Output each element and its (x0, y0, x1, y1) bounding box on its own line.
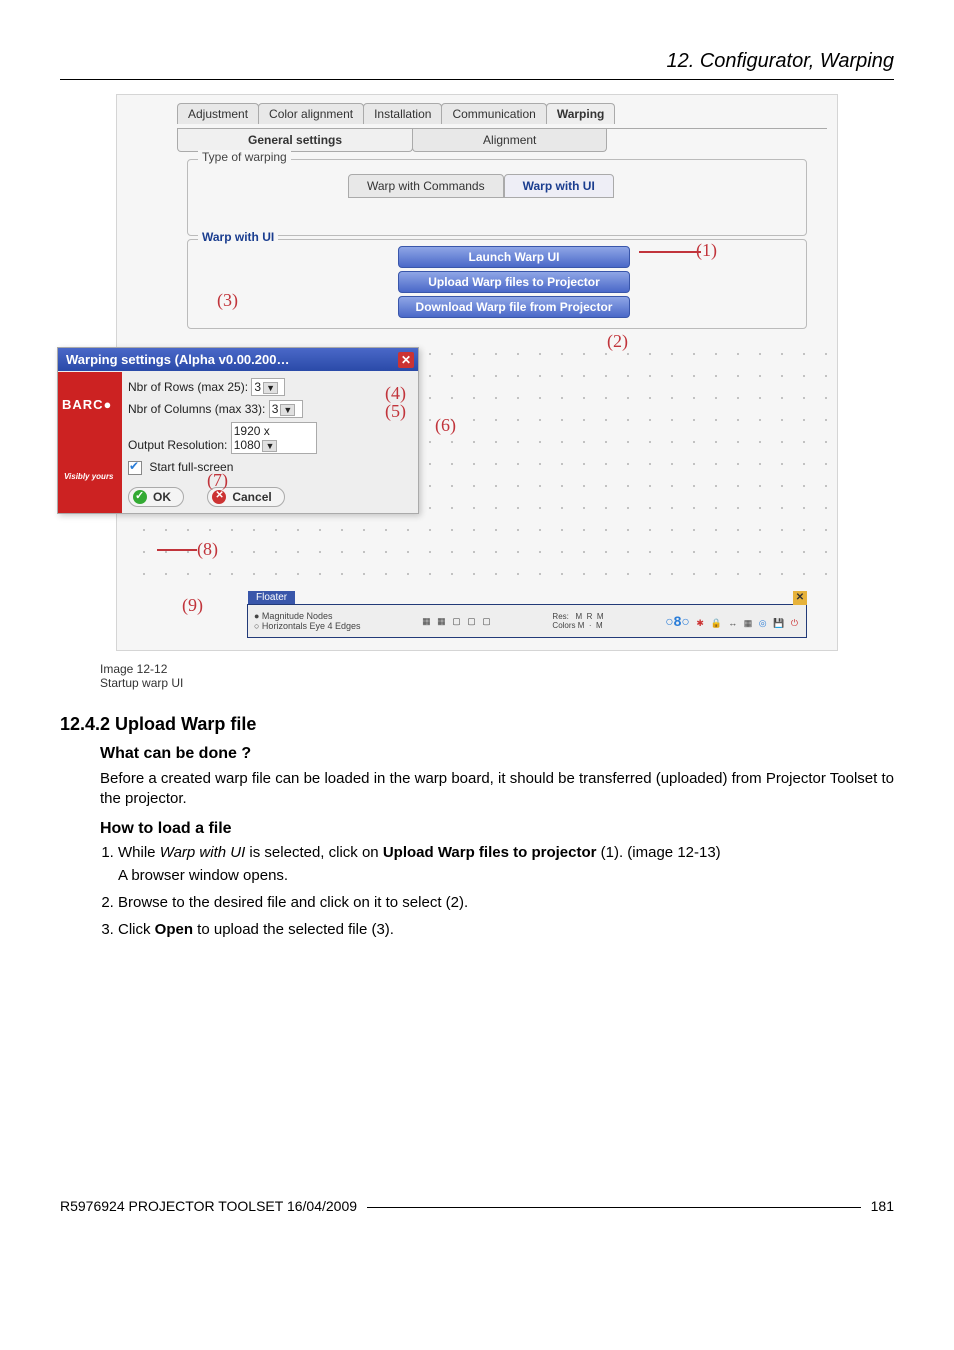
gear-icon[interactable]: ✱ (696, 618, 704, 628)
rows-label: Nbr of Rows (max 25): (128, 380, 248, 394)
footer-rule (367, 1207, 861, 1208)
figure-screenshot: Adjustment Color alignment Installation … (116, 94, 838, 651)
dialog-title: Warping settings (Alpha v0.00.200… (58, 348, 418, 371)
callout-7: (7) (207, 470, 228, 491)
callout-6: (6) (435, 415, 456, 436)
warp-with-ui-title: Warp with UI (198, 230, 278, 244)
sub-heading-how: How to load a file (100, 820, 894, 838)
toolbar-icon[interactable]: ▢ (482, 616, 491, 626)
floater-icon-group: ▦ ▦ ▢ ▢ ▢ (420, 616, 493, 627)
ok-button[interactable]: OK (128, 487, 184, 507)
toolbar-icon[interactable]: ▦ (422, 616, 431, 626)
callout-3: (3) (217, 290, 238, 311)
page-footer: R5976924 PROJECTOR TOOLSET 16/04/2009 18… (60, 1198, 894, 1214)
close-icon (212, 490, 226, 504)
tab-communication[interactable]: Communication (441, 103, 546, 124)
step-3: Click Open to upload the selected file (… (118, 921, 894, 938)
callout-8: (8) (197, 539, 218, 560)
floater-close-button[interactable]: ✕ (793, 591, 807, 605)
top-tab-row: Adjustment Color alignment Installation … (177, 103, 614, 124)
figure-caption-number: Image 12-12 (100, 662, 894, 676)
dialog-body: Nbr of Rows (max 25): 3 Nbr of Columns (… (128, 378, 412, 479)
floater-mid-text: Res: M R M Colors M · M (552, 612, 603, 630)
dialog-close-button[interactable]: ✕ (398, 352, 414, 368)
floater-label: Floater (248, 591, 295, 604)
floater-left-text: ● Magnitude Nodes ○ Horizontals Eye 4 Ed… (254, 611, 361, 631)
callout-8-line (157, 549, 197, 551)
barco-logo-text: BARC● (62, 397, 112, 412)
rows-input[interactable]: 3 (251, 378, 285, 396)
callout-9: (9) (182, 595, 203, 616)
lock-icon[interactable]: 🔒 (710, 618, 721, 628)
barco-brand-panel: BARC● Visibly yours (58, 372, 122, 513)
warp-tab-ui[interactable]: Warp with UI (504, 174, 614, 198)
upload-warp-files-button[interactable]: Upload Warp files to Projector (398, 271, 630, 293)
paragraph-what: Before a created warp file can be loaded… (100, 769, 894, 810)
target-icon[interactable]: ◎ (759, 618, 767, 628)
grid-icon[interactable]: ▦ (744, 618, 753, 628)
launch-warp-ui-button[interactable]: Launch Warp UI (398, 246, 630, 268)
type-of-warping-box: Type of warping Warp with Commands Warp … (187, 159, 807, 236)
power-icon[interactable]: ⏻ (791, 618, 798, 628)
check-icon (133, 490, 147, 504)
tab-adjustment[interactable]: Adjustment (177, 103, 259, 124)
warping-settings-dialog: Warping settings (Alpha v0.00.200… ✕ BAR… (57, 347, 419, 514)
section-heading: 12.4.2 Upload Warp file (60, 714, 894, 735)
tab-installation[interactable]: Installation (363, 103, 442, 124)
callout-1-line (639, 251, 701, 253)
subtab-general-settings[interactable]: General settings (177, 129, 413, 152)
step-1: While Warp with UI is selected, click on… (118, 844, 894, 884)
resolution-input[interactable]: 1920 x 1080 (231, 422, 317, 454)
step-1-sub: A browser window opens. (118, 867, 894, 884)
tab-warping[interactable]: Warping (546, 103, 616, 124)
download-warp-file-button[interactable]: Download Warp file from Projector (398, 296, 630, 318)
cols-input[interactable]: 3 (269, 400, 303, 418)
toolbar-icon[interactable]: ▢ (452, 616, 461, 626)
o8o-icon[interactable]: ○8○ (665, 613, 690, 629)
warp-tab-commands[interactable]: Warp with Commands (348, 174, 504, 198)
floater-toolbar: Floater ✕ ● Magnitude Nodes ○ Horizontal… (247, 604, 807, 638)
toolbar-icon[interactable]: ▢ (467, 616, 476, 626)
floater-body: ● Magnitude Nodes ○ Horizontals Eye 4 Ed… (248, 605, 806, 637)
save-icon[interactable]: 💾 (773, 618, 784, 628)
arrow-icon[interactable]: ↔ (728, 618, 737, 628)
callout-5: (5) (385, 401, 406, 422)
toolbar-icon[interactable]: ▦ (437, 616, 446, 626)
tab-color-alignment[interactable]: Color alignment (258, 103, 364, 124)
cols-label: Nbr of Columns (max 33): (128, 402, 265, 416)
start-fullscreen-checkbox[interactable] (128, 461, 142, 475)
type-of-warping-title: Type of warping (198, 150, 291, 164)
footer-left: R5976924 PROJECTOR TOOLSET 16/04/2009 (60, 1198, 357, 1214)
footer-page-number: 181 (871, 1198, 894, 1214)
sub-heading-what: What can be done ? (100, 745, 894, 763)
subtab-alignment[interactable]: Alignment (412, 129, 607, 152)
floater-icon-group-2: ○8○ ✱ 🔒 ↔ ▦ ◎ 💾 ⏻ (663, 613, 800, 629)
resolution-label: Output Resolution: (128, 438, 227, 452)
barco-tagline: Visibly yours (64, 472, 114, 481)
chapter-title: 12. Configurator, Warping (60, 50, 894, 73)
sub-tab-row: General settings Alignment (177, 128, 827, 152)
header-rule (60, 79, 894, 80)
steps-list: While Warp with UI is selected, click on… (100, 844, 894, 938)
warp-tab-row: Warp with Commands Warp with UI (348, 174, 614, 198)
step-2: Browse to the desired file and click on … (118, 894, 894, 911)
figure-caption-text: Startup warp UI (100, 676, 894, 690)
